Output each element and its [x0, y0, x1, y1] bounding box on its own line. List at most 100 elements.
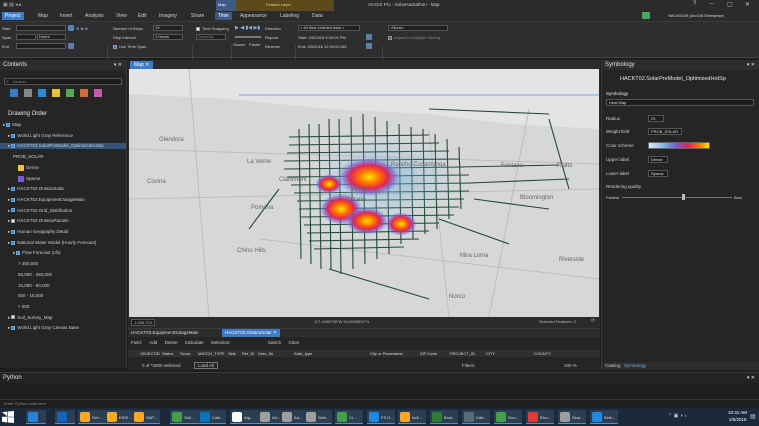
quick-access-toolbar[interactable]: ▣ ▤ ◂ ▸	[3, 2, 43, 8]
radius-input[interactable]: 25	[648, 115, 664, 122]
taskbar-app-1[interactable]	[55, 410, 75, 424]
tab-labeling[interactable]: Labeling	[280, 13, 299, 19]
visibility-checkbox[interactable]	[16, 251, 21, 256]
column-header-score[interactable]: Score	[180, 351, 190, 356]
taskbar-app-5[interactable]: Onli...	[170, 410, 198, 424]
speed-slider[interactable]	[235, 36, 261, 38]
symbology-method-select[interactable]: Heat Map	[606, 99, 754, 106]
tab-edit[interactable]: Edit	[138, 13, 147, 19]
table-tab-ontario-solar[interactable]: HACKT02.OntarioSolar ✕	[222, 329, 280, 337]
visibility-checkbox[interactable]	[11, 240, 16, 245]
map-tab[interactable]: Map ✕	[130, 61, 154, 69]
clock-time[interactable]: 10:31 AM	[728, 410, 747, 415]
taskbar-app-11[interactable]: Cl...	[335, 410, 363, 424]
column-header-city[interactable]: CITY	[486, 351, 495, 356]
toc-item-dense[interactable]: Dense	[0, 164, 39, 171]
toc-item-50-000-250-000[interactable]: 50,000 - 250,000	[0, 272, 52, 277]
toc-item-national-water-model-hourly-forecast[interactable]: ▸ National Water Model (Hourly Forecast)	[0, 240, 96, 246]
start-input[interactable]	[16, 25, 66, 31]
toc-item-250-000[interactable]: > 250,000	[0, 261, 38, 266]
visibility-checkbox[interactable]	[11, 208, 16, 213]
adjust-daylight-checkbox[interactable]: Adjust for Daylight Saving	[388, 35, 440, 40]
column-header-match-type[interactable]: MATCH_TYPE	[198, 351, 225, 356]
list-by-charts-icon[interactable]	[94, 89, 102, 97]
toc-item-soil-survey-map[interactable]: ▸ Soil_Survey_Map	[0, 315, 53, 321]
taskbar-app-18[interactable]: Sear...	[558, 410, 586, 424]
expand-icon[interactable]: ▸	[8, 325, 10, 330]
visibility-checkbox[interactable]	[11, 219, 16, 224]
tab-share[interactable]: Share	[191, 13, 204, 19]
toc-item-hackt02-grid-distribution[interactable]: ▸ HACKT02.Grid_Distribution	[0, 208, 72, 214]
user-account[interactable]: HACK0039 (ArcGIS Enterprise)	[668, 13, 724, 18]
calendar-end-icon[interactable]	[68, 43, 74, 49]
toc-item-prob-solar[interactable]: PROB_SOLAR	[0, 154, 44, 159]
toc-item-human-geography-detail[interactable]: ▸ Human Geography Detail	[0, 229, 68, 235]
tab-view[interactable]: View	[116, 13, 127, 19]
taskbar-app-10[interactable]: Sele...	[304, 410, 332, 424]
table-zoom-select[interactable]: 100 %	[564, 363, 577, 368]
expand-icon[interactable]: ▸	[8, 315, 10, 320]
add-field-button[interactable]: Add	[149, 340, 157, 345]
tray-icons[interactable]: ⌃ ▣ ◑ ♪	[668, 413, 687, 419]
delete-field-button[interactable]: Delete	[165, 340, 178, 345]
column-header-city-or-placename[interactable]: City or Placename	[370, 351, 403, 356]
visibility-checkbox[interactable]	[11, 197, 16, 202]
scale-select[interactable]: 1:288,723	[131, 319, 155, 326]
pane-options-icon[interactable]: ▾ ✕	[114, 62, 122, 68]
expand-icon[interactable]: ▸	[13, 250, 15, 255]
toc-item-500-15-000[interactable]: 500 - 15,000	[0, 293, 43, 298]
expand-icon[interactable]: ▸	[8, 133, 10, 138]
expand-icon[interactable]: ▸	[3, 122, 5, 127]
visibility-checkbox[interactable]	[11, 229, 16, 234]
end-input[interactable]	[16, 43, 66, 49]
minimize-button[interactable]: –	[710, 1, 713, 7]
lock-icons[interactable]: ⊕ ◈ ⊗	[76, 26, 88, 31]
expand-icon[interactable]: ▸	[8, 197, 10, 202]
taskbar-app-2[interactable]: Ont...	[78, 410, 106, 424]
expand-icon[interactable]: ▸	[8, 186, 10, 191]
direction-toggle[interactable]: Direction	[265, 26, 281, 31]
expand-icon[interactable]: ▸	[8, 218, 10, 223]
refresh-icon[interactable]: ⟳	[591, 318, 595, 324]
toc-item-sparse[interactable]: Sparse	[0, 175, 40, 182]
toc-item-15-000-50-000[interactable]: 15,000 - 50,000	[0, 283, 50, 288]
calculate-field-button[interactable]: Calculate	[185, 340, 204, 345]
list-by-snapping-icon[interactable]	[66, 89, 74, 97]
table-tab-equipment-outage[interactable]: HACKT02.EquipmentOutageMain	[131, 330, 199, 335]
tab-data[interactable]: Data	[312, 13, 323, 19]
toc-item-map[interactable]: ▸ Map	[0, 122, 21, 128]
toc-item-500[interactable]: < 500	[0, 304, 29, 309]
weight-field-select[interactable]: PROB_SOLAR	[648, 128, 682, 135]
taskbar-app-4[interactable]: SAP...	[132, 410, 160, 424]
steps-input[interactable]: 19	[153, 25, 183, 31]
playback-controls[interactable]: ▶ ◀ ▮◀ ▶▮	[235, 25, 260, 31]
list-by-editing-icon[interactable]	[52, 89, 60, 97]
time-snapping-toggle[interactable]: Time Snapping	[196, 26, 229, 31]
python-input[interactable]: Enter Python code here	[0, 399, 759, 407]
taskbar-app-17[interactable]: Elec...	[526, 410, 554, 424]
symbology-tab[interactable]: Symbology	[624, 363, 646, 368]
python-pane-options-icon[interactable]: ▾ ✕	[747, 375, 755, 381]
taskbar-app-12[interactable]: FS D...	[367, 410, 395, 424]
taskbar-app-6[interactable]: Cale...	[198, 410, 226, 424]
visibility-checkbox[interactable]	[11, 187, 16, 191]
toc-item-hackt02-equipmentoutagemain[interactable]: ▸ HACKT02.EquipmentOutageMain	[0, 197, 85, 203]
toc-item-world-light-gray-reference[interactable]: ▸ World Light Gray Reference	[0, 133, 73, 139]
symbology-pane-options-icon[interactable]: ▾ ✕	[747, 62, 755, 68]
visibility-checkbox[interactable]	[11, 133, 16, 138]
action-center-icon[interactable]: ▤	[750, 413, 756, 420]
column-header-county[interactable]: COUNTY	[534, 351, 551, 356]
taskbar-app-19[interactable]: Sele...	[590, 410, 618, 424]
toc-item-hackt02-ontarioparcels[interactable]: ▸ HACKT02.OntarioParcels	[0, 218, 69, 224]
toc-item-hackt02-ontariosolar[interactable]: ▸ HACKT02.OntarioSolar	[0, 186, 64, 192]
column-header-objectid[interactable]: OBJECTID	[140, 351, 160, 356]
rendering-quality-slider[interactable]	[681, 194, 685, 200]
toc-item-hackt02-solarpremodel-optimizedhotsp[interactable]: ▸ HACKT02.SolarPreModel_OptimizedHotSp	[0, 143, 126, 150]
expand-icon[interactable]: ▸	[8, 240, 10, 245]
lower-label-input[interactable]: Sparse	[648, 170, 668, 177]
column-header-status[interactable]: Status	[162, 351, 173, 356]
full-extent-select[interactable]: < All time-enabled data >	[298, 25, 360, 31]
list-by-labeling-icon[interactable]	[80, 89, 88, 97]
taskbar-app-0[interactable]	[26, 410, 46, 424]
time-zone-select[interactable]: <None>	[388, 25, 448, 31]
